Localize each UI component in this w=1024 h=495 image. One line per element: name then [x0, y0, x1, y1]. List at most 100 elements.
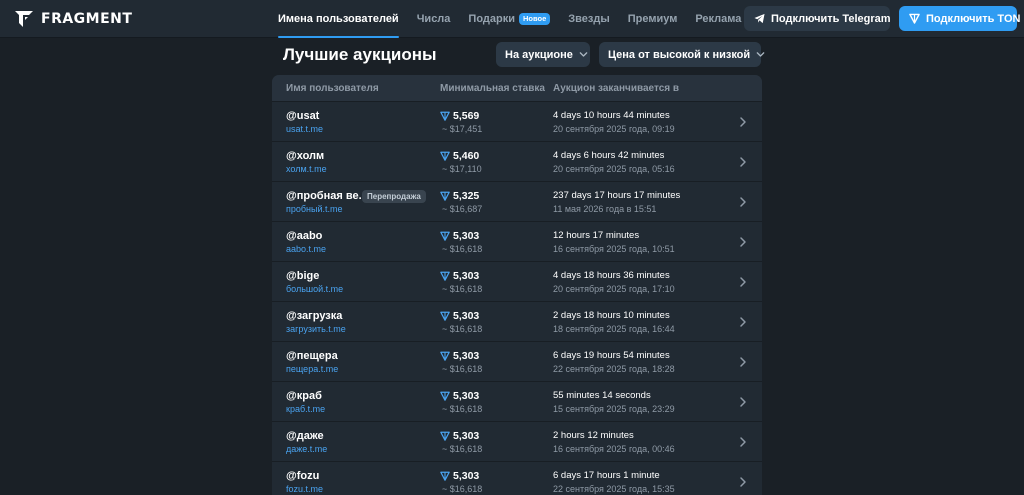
connect-ton-button[interactable]: Подключить TON	[899, 6, 1021, 31]
min-bid: 5,460	[440, 150, 479, 162]
min-bid: 5,303	[440, 470, 479, 482]
bid-usd: ~ $17,451	[442, 124, 483, 134]
bid-amount: 5,460	[453, 150, 480, 162]
page-title: Лучшие аукционы	[283, 45, 437, 64]
time-remaining: 4 days 10 hours 44 minutes	[553, 110, 670, 121]
time-remaining: 2 days 18 hours 10 minutes	[553, 310, 670, 321]
ton-diamond-icon	[440, 191, 450, 201]
min-bid: 5,325	[440, 190, 479, 202]
table-row[interactable]: @холм холм.t.me 5,460 ~ $17,110 4 days 6…	[272, 141, 762, 181]
ton-diamond-icon	[440, 231, 450, 241]
nav-gifts[interactable]: Подарки Новое	[468, 0, 551, 38]
chevron-right-icon[interactable]	[738, 236, 748, 248]
bid-amount: 5,325	[453, 190, 480, 202]
table-row[interactable]: @bige большой.t.me 5,303 ~ $16,618 4 day…	[272, 261, 762, 301]
status-filter-dropdown[interactable]: На аукционе	[496, 42, 590, 67]
table-row[interactable]: @usat usat.t.me 5,569 ~ $17,451 4 days 1…	[272, 101, 762, 141]
fragment-logo-icon	[15, 11, 33, 27]
username-link[interactable]: fozu.t.me	[286, 484, 323, 494]
chevron-right-icon[interactable]	[738, 116, 748, 128]
bid-usd: ~ $16,618	[442, 404, 483, 414]
username-link[interactable]: пробный.t.me	[286, 204, 343, 214]
min-bid: 5,569	[440, 110, 479, 122]
connect-telegram-button[interactable]: Подключить Telegram	[744, 6, 891, 31]
username-link[interactable]: даже.t.me	[286, 444, 327, 454]
table-row[interactable]: @пещера пещера.t.me 5,303 ~ $16,618 6 da…	[272, 341, 762, 381]
auction-end-date: 11 мая 2026 года в 15:51	[553, 204, 657, 214]
bid-amount: 5,303	[453, 390, 480, 402]
chevron-right-icon[interactable]	[738, 396, 748, 408]
new-badge: Новое	[519, 13, 551, 25]
auction-end-date: 20 сентября 2025 года, 17:10	[553, 284, 675, 294]
connect-ton-label: Подключить TON	[926, 12, 1021, 25]
ton-diamond-icon	[440, 431, 450, 441]
table-row[interactable]: @краб краб.t.me 5,303 ~ $16,618 55 minut…	[272, 381, 762, 421]
nav-premium-label: Премиум	[627, 13, 678, 25]
top-bar: FRAGMENT Имена пользователей Числа Подар…	[0, 0, 1024, 38]
auctions-table: Имя пользователя Минимальная ставка Аукц…	[272, 75, 762, 495]
username: @fozu	[286, 470, 320, 482]
username-link[interactable]: краб.t.me	[286, 404, 325, 414]
bid-usd: ~ $16,618	[442, 364, 483, 374]
username-link[interactable]: aabo.t.me	[286, 244, 326, 254]
min-bid: 5,303	[440, 390, 479, 402]
bid-usd: ~ $16,618	[442, 284, 483, 294]
nav-numbers[interactable]: Числа	[417, 0, 451, 38]
bid-amount: 5,303	[453, 270, 480, 282]
username: @холм	[286, 150, 325, 162]
time-remaining: 237 days 17 hours 17 minutes	[553, 190, 681, 201]
auction-end-date: 22 сентября 2025 года, 18:28	[553, 364, 675, 374]
column-header-min-bid[interactable]: Минимальная ставка	[440, 83, 545, 94]
time-remaining: 6 days 17 hours 1 minute	[553, 470, 660, 481]
auction-end-date: 20 сентября 2025 года, 09:19	[553, 124, 675, 134]
chevron-right-icon[interactable]	[738, 436, 748, 448]
nav-stars-label: Звезды	[568, 13, 610, 25]
username-link[interactable]: пещера.t.me	[286, 364, 338, 374]
table-header: Имя пользователя Минимальная ставка Аукц…	[272, 75, 762, 101]
chevron-down-icon	[579, 52, 588, 57]
chevron-right-icon[interactable]	[738, 356, 748, 368]
sort-dropdown[interactable]: Цена от высокой к низкой	[599, 42, 765, 67]
username: @краб	[286, 390, 322, 402]
username: @пещера	[286, 350, 338, 362]
resale-tag: Перепродажа	[362, 190, 426, 203]
chevron-right-icon[interactable]	[738, 156, 748, 168]
nav-stars[interactable]: Звезды	[568, 0, 609, 38]
table-row[interactable]: @даже даже.t.me 5,303 ~ $16,618 2 hours …	[272, 421, 762, 461]
min-bid: 5,303	[440, 310, 479, 322]
username: @usat	[286, 110, 320, 122]
nav-usernames[interactable]: Имена пользователей	[278, 0, 399, 38]
paper-plane-icon	[754, 13, 765, 24]
chevron-right-icon[interactable]	[738, 476, 748, 488]
ton-diamond-icon	[440, 111, 450, 121]
chevron-down-icon	[756, 52, 765, 57]
username-link[interactable]: большой.t.me	[286, 284, 343, 294]
username-link[interactable]: загрузить.t.me	[286, 324, 346, 334]
table-row[interactable]: @aabo aabo.t.me 5,303 ~ $16,618 12 hours…	[272, 221, 762, 261]
bid-usd: ~ $16,618	[442, 244, 483, 254]
chevron-right-icon[interactable]	[738, 276, 748, 288]
chevron-right-icon[interactable]	[738, 316, 748, 328]
ton-diamond-icon	[440, 271, 450, 281]
nav-usernames-label: Имена пользователей	[278, 13, 399, 25]
logo[interactable]: FRAGMENT	[14, 9, 132, 29]
column-header-auction-end[interactable]: Аукцион заканчивается в	[553, 83, 679, 94]
bid-amount: 5,303	[453, 230, 480, 242]
table-row[interactable]: @загрузка загрузить.t.me 5,303 ~ $16,618…	[272, 301, 762, 341]
chevron-right-icon[interactable]	[738, 196, 748, 208]
auction-end-date: 18 сентября 2025 года, 16:44	[553, 324, 675, 334]
time-remaining: 12 hours 17 minutes	[553, 230, 640, 241]
connect-telegram-label: Подключить Telegram	[771, 12, 891, 25]
table-row[interactable]: @fozu fozu.t.me 5,303 ~ $16,618 6 days 1…	[272, 461, 762, 495]
username: @bige	[286, 270, 320, 282]
nav-premium[interactable]: Премиум	[628, 0, 678, 38]
nav-ads[interactable]: Реклама	[695, 0, 741, 38]
column-header-username[interactable]: Имя пользователя	[286, 83, 379, 94]
table-row[interactable]: @пробная ве... пробный.t.me 5,325 ~ $16,…	[272, 181, 762, 221]
username: @даже	[286, 430, 324, 442]
username: @aabo	[286, 230, 323, 242]
bid-amount: 5,303	[453, 350, 480, 362]
nav-numbers-label: Числа	[416, 13, 451, 25]
username-link[interactable]: usat.t.me	[286, 124, 323, 134]
username-link[interactable]: холм.t.me	[286, 164, 327, 174]
